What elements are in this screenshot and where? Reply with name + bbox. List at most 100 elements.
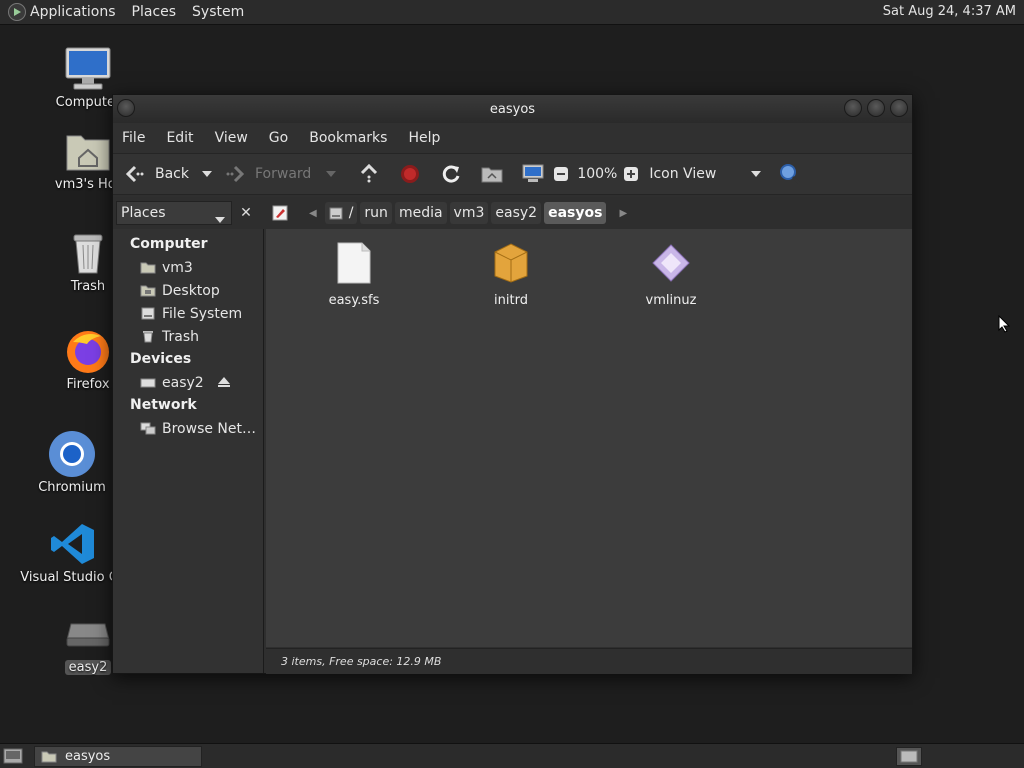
file-item-vmlinuz[interactable]: vmlinuz [621,241,721,308]
edit-location-icon[interactable] [272,205,288,225]
forward-history-dropdown-icon[interactable] [319,162,343,186]
drive-icon [140,376,156,390]
drive-icon [63,610,113,658]
chevron-down-icon [215,211,225,227]
chromium-icon [47,430,97,478]
home-folder-icon [63,127,113,175]
zoom-out-icon[interactable] [549,162,573,186]
stop-icon[interactable] [398,162,422,186]
zoom-level: 100% [577,166,618,182]
bottom-panel: easyos [0,743,1024,768]
desktop-icon-label: Visual Studio Co [20,570,126,585]
window-menu-button[interactable] [117,99,135,117]
breadcrumb-run[interactable]: run [360,202,392,224]
close-icon: ✕ [240,205,252,221]
top-panel: Applications Places System Sat Aug 24, 4… [0,0,1024,25]
firefox-icon [63,327,113,375]
status-bar: 3 items, Free space: 12.9 MB [266,648,912,674]
applications-menu[interactable]: Applications [30,4,116,20]
menu-file[interactable]: File [122,130,145,146]
window-title: easyos [489,101,536,117]
sidebar-item-file-system[interactable]: File System [113,302,263,325]
home-icon[interactable] [480,162,504,186]
desktop-folder-icon [140,284,156,298]
up-arrow-icon[interactable] [357,162,381,186]
breadcrumb-scroll-right-icon[interactable]: ▶ [619,208,627,219]
breadcrumb-scroll-left-icon[interactable]: ◀ [309,208,317,219]
view-mode-select[interactable]: Icon View [649,162,768,186]
menu-view[interactable]: View [215,130,248,146]
reload-icon[interactable] [439,162,463,186]
menu-edit[interactable]: Edit [166,130,193,146]
system-menu[interactable]: System [192,4,244,20]
desktop-icon-chromium[interactable]: Chromium [17,430,127,495]
back-button[interactable]: Back [123,162,189,186]
trash-icon [140,330,156,344]
forward-arrow-icon [223,162,247,186]
places-sidebar: Computer vm3 Desktop File System Trash D… [113,229,264,673]
menu-go[interactable]: Go [269,130,288,146]
maximize-button[interactable] [867,99,885,117]
sidebar-item-desktop[interactable]: Desktop [113,279,263,302]
file-view[interactable]: easy.sfs initrd vmlinuz [266,229,912,647]
breadcrumb-vm3[interactable]: vm3 [449,202,489,224]
back-label: Back [155,166,189,182]
sidebar-pane-label: Places [121,205,166,221]
desktop-icon-label: Trash [70,279,106,294]
sidebar-item-trash[interactable]: Trash [113,325,263,348]
clock[interactable]: Sat Aug 24, 4:37 AM [883,4,1016,19]
forward-button[interactable]: Forward [223,162,311,186]
computer-icon [63,45,113,93]
network-icon [140,422,156,436]
file-item-easy-sfs[interactable]: easy.sfs [304,241,404,308]
close-button[interactable] [890,99,908,117]
sidebar-section-network: Network [130,397,197,413]
breadcrumb-root[interactable]: / [324,202,358,224]
home-folder-icon [140,261,156,275]
folder-icon [41,750,57,763]
drive-small-icon [329,207,343,220]
eject-icon[interactable] [218,376,230,392]
sidebar-pane-select[interactable]: Places [116,201,232,225]
mouse-cursor-icon [998,314,1011,337]
menu-bookmarks[interactable]: Bookmarks [309,130,387,146]
sidebar-item-browse-network[interactable]: Browse Net… [113,417,263,440]
vscode-icon [48,520,98,568]
desktop-icon-label: Computer [55,95,121,110]
menu-help[interactable]: Help [408,130,440,146]
computer-small-icon[interactable] [521,162,545,186]
kernel-icon [651,241,691,285]
breadcrumb: ◀ / run media vm3 easy2 easyos ▶ [309,201,627,225]
close-sidebar-button[interactable]: ✕ [235,201,257,225]
sidebar-section-computer: Computer [130,236,208,252]
sidebar-item-vm3[interactable]: vm3 [113,256,263,279]
zoom-in-icon[interactable] [619,162,643,186]
places-menu[interactable]: Places [132,4,177,20]
desktop-icon-label: easy2 [64,660,112,675]
toolbar: Back Forward 100% Icon View [113,153,912,195]
file-name: vmlinuz [645,293,697,308]
distro-logo-icon[interactable] [8,3,26,21]
breadcrumb-easyos[interactable]: easyos [544,202,607,224]
search-icon[interactable] [778,162,802,186]
breadcrumb-easy2[interactable]: easy2 [491,202,542,224]
workspace-switcher[interactable] [896,747,922,766]
title-bar[interactable]: easyos [113,95,912,123]
sidebar-section-devices: Devices [130,351,192,367]
show-desktop-icon[interactable] [3,748,23,764]
view-mode-label: Icon View [649,166,717,182]
package-icon [491,241,531,285]
trash-icon [63,229,113,277]
taskbar-item-easyos[interactable]: easyos [34,746,202,767]
filesystem-icon [140,307,156,321]
sidebar-item-easy2[interactable]: easy2 [113,371,263,394]
forward-label: Forward [255,166,312,182]
file-name: initrd [494,293,528,308]
file-item-initrd[interactable]: initrd [461,241,561,308]
desktop-icon-label: Firefox [66,377,110,392]
back-history-dropdown-icon[interactable] [195,162,219,186]
file-name: easy.sfs [328,293,380,308]
main-menu: Applications Places System [0,0,260,25]
minimize-button[interactable] [844,99,862,117]
breadcrumb-media[interactable]: media [394,202,447,224]
